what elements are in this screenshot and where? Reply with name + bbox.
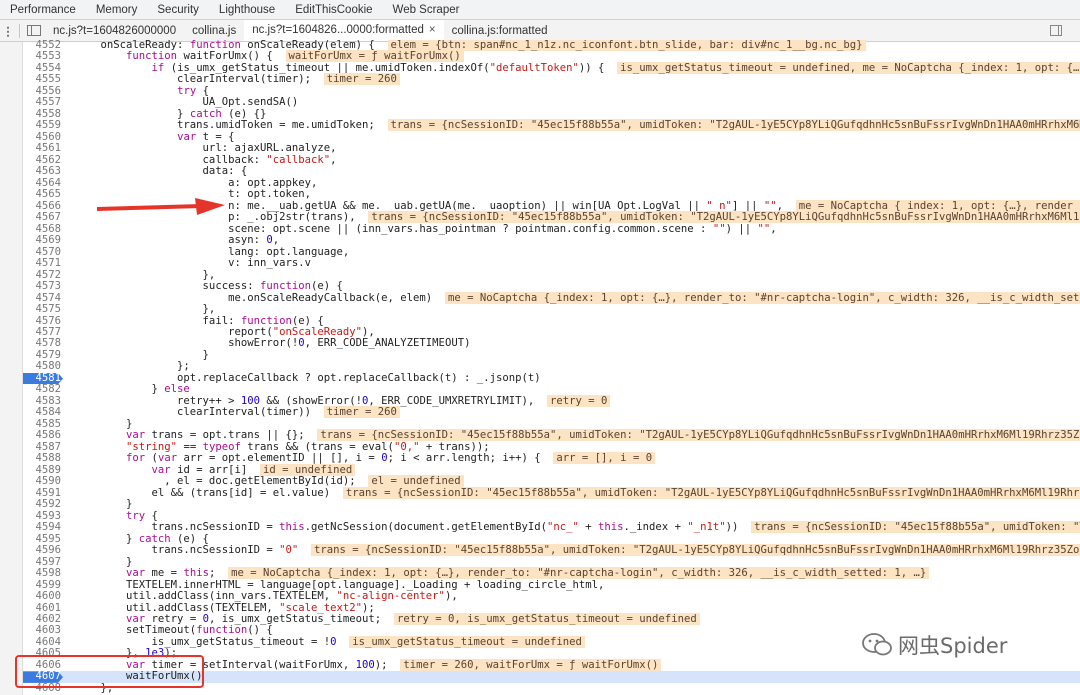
line-number[interactable]: 4565 xyxy=(23,188,61,200)
watermark: 网虫Spider xyxy=(862,630,1007,660)
tab-lighthouse[interactable]: Lighthouse xyxy=(209,4,285,16)
left-gutter xyxy=(0,42,23,695)
line-number[interactable]: 4596 xyxy=(23,544,61,556)
line-number[interactable]: 4567 xyxy=(23,211,61,223)
file-tab-nc-js-formatted[interactable]: nc.js?t=1604826...0000:formatted × xyxy=(244,20,444,41)
code-text: trans.ncSessionID = this.getNcSession(do… xyxy=(75,521,1080,534)
close-icon[interactable]: × xyxy=(429,24,436,36)
code-line[interactable]: 4598 var me = this; me = NoCaptcha {_ind… xyxy=(23,567,1080,580)
code-line[interactable]: 4596 trans.ncSessionID = "0" trans = {nc… xyxy=(23,544,1080,557)
code-line[interactable]: 4594 trans.ncSessionID = this.getNcSessi… xyxy=(23,521,1080,534)
more-options-icon[interactable]: ⋮ xyxy=(0,24,16,38)
red-arrow-annotation xyxy=(97,198,225,215)
code-line[interactable]: 4600 util.addClass(inn_vars.TEXTELEM, "n… xyxy=(23,590,1080,603)
code-line[interactable]: 4591 el && (trans[id] = el.value) trans … xyxy=(23,486,1080,499)
line-number[interactable]: 4600 xyxy=(23,590,61,602)
code-line[interactable]: 4590 , el = doc.getElementById(id); el =… xyxy=(23,475,1080,488)
code-text: success: function(e) { xyxy=(75,280,343,293)
file-tab-collina-js[interactable]: collina.js xyxy=(184,25,244,37)
code-text: }, xyxy=(75,303,216,316)
tab-web-scraper[interactable]: Web Scraper xyxy=(383,4,470,16)
code-line[interactable]: 4569 asyn: 0, xyxy=(23,234,1080,247)
red-box-annotation xyxy=(15,655,204,688)
code-text: util.addClass(inn_vars.TEXTELEM, "nc-ali… xyxy=(75,590,458,603)
code-line[interactable]: 4573 success: function(e) { xyxy=(23,280,1080,293)
file-tab-nc-js[interactable]: nc.js?t=1604826000000 xyxy=(45,25,184,37)
code-text: el && (trans[id] = el.value) trans = {nc… xyxy=(75,486,1080,499)
file-tab-label: nc.js?t=1604826...0000:formatted xyxy=(252,24,424,36)
code-text: p: _.obj2str(trans), trans = {ncSessionI… xyxy=(75,211,1080,224)
toggle-navigator-icon[interactable] xyxy=(27,25,41,36)
code-line[interactable]: 4571 v: inn_vars.v xyxy=(23,257,1080,270)
devtools-panel-tabs: Performance Memory Security Lighthouse E… xyxy=(0,0,1080,20)
code-editor[interactable]: 4552 onScaleReady: function onScaleReady… xyxy=(23,40,1080,695)
line-number[interactable]: 4571 xyxy=(23,257,61,269)
wechat-icon xyxy=(862,633,892,656)
tab-editthiscookie[interactable]: EditThisCookie xyxy=(285,4,382,16)
source-file-tabs: ⋮ nc.js?t=1604826000000 collina.js nc.js… xyxy=(0,20,1080,42)
tab-memory[interactable]: Memory xyxy=(86,4,148,16)
code-text: v: inn_vars.v xyxy=(75,257,311,270)
code-line[interactable]: 4563 data: { xyxy=(23,165,1080,177)
code-line[interactable]: 4584 clearInterval(timer)) timer = 260 xyxy=(23,406,1080,419)
code-text: } xyxy=(75,498,133,511)
code-text: asyn: 0, xyxy=(75,234,280,247)
toggle-debugger-icon[interactable] xyxy=(1050,25,1062,36)
line-number[interactable]: 4594 xyxy=(23,521,61,533)
code-text: , el = doc.getElementById(id); el = unde… xyxy=(75,475,464,488)
line-number[interactable]: 4569 xyxy=(23,234,61,246)
line-number[interactable]: 4590 xyxy=(23,475,61,487)
code-text: trans.ncSessionID = "0" trans = {ncSessi… xyxy=(75,544,1080,557)
code-line[interactable]: 4575 }, xyxy=(23,303,1080,316)
line-number[interactable]: 4598 xyxy=(23,567,61,579)
divider xyxy=(19,23,20,38)
watermark-text: 网虫Spider xyxy=(898,634,1008,658)
code-text: var me = this; me = NoCaptcha {_index: 1… xyxy=(75,567,930,580)
code-text: me.onScaleReadyCallback(e, elem) me = No… xyxy=(75,291,1080,304)
tab-performance[interactable]: Performance xyxy=(0,4,86,16)
line-number[interactable]: 4573 xyxy=(23,280,61,292)
line-number[interactable]: 4575 xyxy=(23,303,61,315)
file-tab-collina-js-formatted[interactable]: collina.js:formatted xyxy=(444,25,556,37)
code-line[interactable]: 4592 } xyxy=(23,498,1080,511)
tab-security[interactable]: Security xyxy=(147,4,209,16)
code-line[interactable]: 4588 for (var arr = opt.elementID || [],… xyxy=(23,452,1080,465)
line-number[interactable]: 4592 xyxy=(23,498,61,510)
